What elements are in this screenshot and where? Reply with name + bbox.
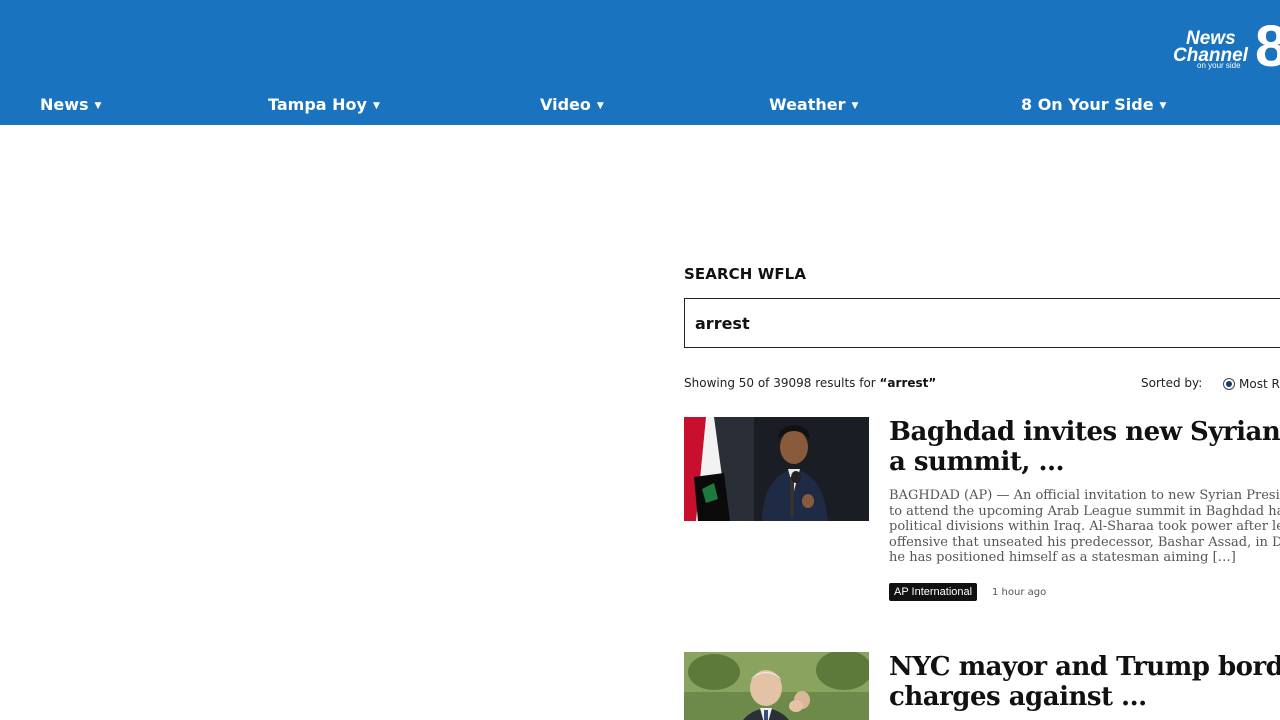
nav-label: News [40, 95, 89, 114]
nav-item-news[interactable]: News ▼ [40, 94, 101, 119]
nav-label: Tampa Hoy [268, 95, 367, 114]
chevron-down-icon: ▼ [851, 101, 859, 111]
excerpt-line: BAGHDAD (AP) — An official invitation to… [889, 488, 1280, 503]
results-count-text: Showing 50 of 39098 results for [684, 376, 880, 390]
chevron-down-icon: ▼ [596, 101, 604, 111]
article-thumbnail[interactable] [684, 417, 869, 521]
excerpt-line: to attend the upcoming Arab League summi… [889, 503, 1280, 519]
excerpt-line: offensive that unseated his predecessor,… [889, 534, 1280, 550]
title-line: NYC mayor and Trump border [889, 652, 1280, 682]
title-line: charges against ... [889, 682, 1147, 712]
results-query: “arrest” [879, 376, 937, 390]
category-badge[interactable]: AP International [889, 583, 978, 601]
chevron-down-icon: ▼ [1159, 101, 1167, 111]
sort-option-most-recent[interactable]: Most R [1223, 377, 1280, 393]
site-logo[interactable]: News Channel on your side 8 [1172, 16, 1280, 72]
title-line: Baghdad invites new Syrian pr [889, 417, 1280, 447]
article-thumbnail[interactable] [684, 652, 869, 720]
sort-label: Sorted by: [1141, 376, 1203, 390]
excerpt-line: political divisions within Iraq. Al-Shar… [889, 519, 1280, 535]
search-input[interactable] [684, 298, 1280, 348]
article-timestamp: 1 hour ago [992, 587, 1047, 598]
search-result-item: Baghdad invites new Syrian pr a summit, … [684, 417, 1280, 617]
article-title[interactable]: NYC mayor and Trump border charges again… [889, 652, 1280, 712]
search-result-item: NYC mayor and Trump border charges again… [684, 652, 1280, 720]
nav-item-weather[interactable]: Weather ▼ [769, 94, 858, 119]
sort-option-label: Most R [1239, 377, 1280, 391]
nav-label: 8 On Your Side [1021, 95, 1154, 114]
nav-item-8-on-your-side[interactable]: 8 On Your Side ▼ [1021, 94, 1166, 119]
excerpt-line: he has positioned himself as a statesman… [889, 550, 1236, 566]
nav-label: Video [540, 95, 591, 114]
chevron-down-icon: ▼ [372, 101, 380, 111]
logo-tagline: on your side [1197, 61, 1241, 70]
main-nav: News ▼ Tampa Hoy ▼ Video ▼ Weather ▼ 8 On Yo… [0, 94, 1280, 118]
nav-item-tampa-hoy[interactable]: Tampa Hoy ▼ [268, 94, 380, 119]
site-header: News Channel on your side 8 News ▼ Tampa … [0, 0, 1280, 125]
article-excerpt: BAGHDAD (AP) — An official invitation to… [889, 488, 1280, 566]
nav-item-video[interactable]: Video ▼ [540, 94, 604, 119]
radio-selected-icon[interactable] [1223, 378, 1235, 390]
chevron-down-icon: ▼ [94, 101, 102, 111]
logo-number: 8 [1255, 16, 1280, 72]
search-heading: SEARCH WFLA [684, 265, 807, 283]
title-line: a summit, ... [889, 447, 1065, 477]
results-count: Showing 50 of 39098 results for “arrest” [684, 376, 936, 390]
nav-label: Weather [769, 95, 846, 114]
article-title[interactable]: Baghdad invites new Syrian pr a summit, … [889, 417, 1280, 477]
